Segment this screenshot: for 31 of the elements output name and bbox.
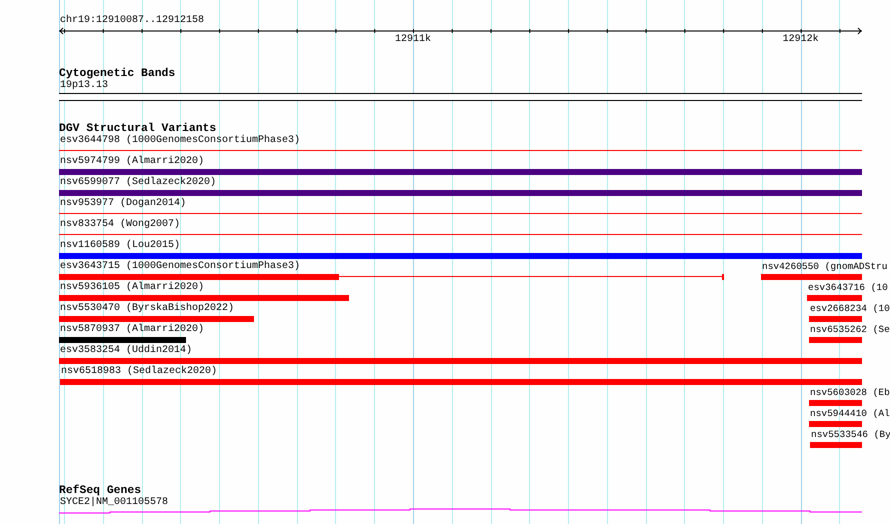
variant-label: nsv5944410 (Al [810, 408, 890, 420]
variant-label: nsv6535262 (Se [810, 324, 890, 336]
tick-label: 12912k [782, 34, 819, 46]
variant-label: nsv833754 (Wong2007) [60, 219, 180, 231]
tick-label: 12911k [394, 34, 431, 46]
band-label: 19p13.13 [59, 80, 108, 92]
variant-label: nsv5974799 (Almarri2020) [60, 156, 204, 168]
variant-label: nsv4260550 (gnomADStru [762, 261, 888, 273]
variant-bar[interactable] [59, 274, 724, 280]
variant-label: nsv6518983 (Sedlazeck2020) [61, 366, 218, 378]
variant-label: esv3583254 (Uddin2014) [60, 345, 192, 357]
location-label: chr19:12910087..12912158 [60, 15, 204, 27]
track-title: Cytogenetic Bands [59, 68, 176, 80]
variant-label: nsv5870937 (Almarri2020) [60, 324, 204, 336]
variant-line[interactable] [59, 211, 862, 217]
variant-label: nsv5603028 (Eb [810, 387, 890, 399]
variant-label: esv3644798 (1000GenomesConsortiumPhase3) [60, 135, 300, 147]
variant-label: nsv953977 (Dogan2014) [60, 198, 186, 210]
gene-label: SYCE2|NM_001105578 [59, 497, 168, 509]
gene-intron-line[interactable] [59, 508, 862, 514]
variant-line[interactable] [59, 232, 862, 238]
variant-label: esv3643716 (10 [808, 282, 888, 294]
variant-label: nsv5936105 (Almarri2020) [60, 282, 204, 294]
variant-label: nsv5530470 (ByrskaBishop2022) [60, 303, 234, 315]
variant-label: esv3643715 (1000GenomesConsortiumPhase3) [60, 261, 300, 273]
variant-label: esv2668234 (10 [810, 303, 890, 315]
track-title: DGV Structural Variants [59, 123, 216, 135]
track-title: RefSeq Genes [59, 485, 142, 497]
variant-line[interactable] [59, 148, 862, 154]
variant-label: nsv1160589 (Lou2015) [60, 240, 180, 252]
variant-label: nsv6599077 (Sedlazeck2020) [60, 177, 216, 189]
